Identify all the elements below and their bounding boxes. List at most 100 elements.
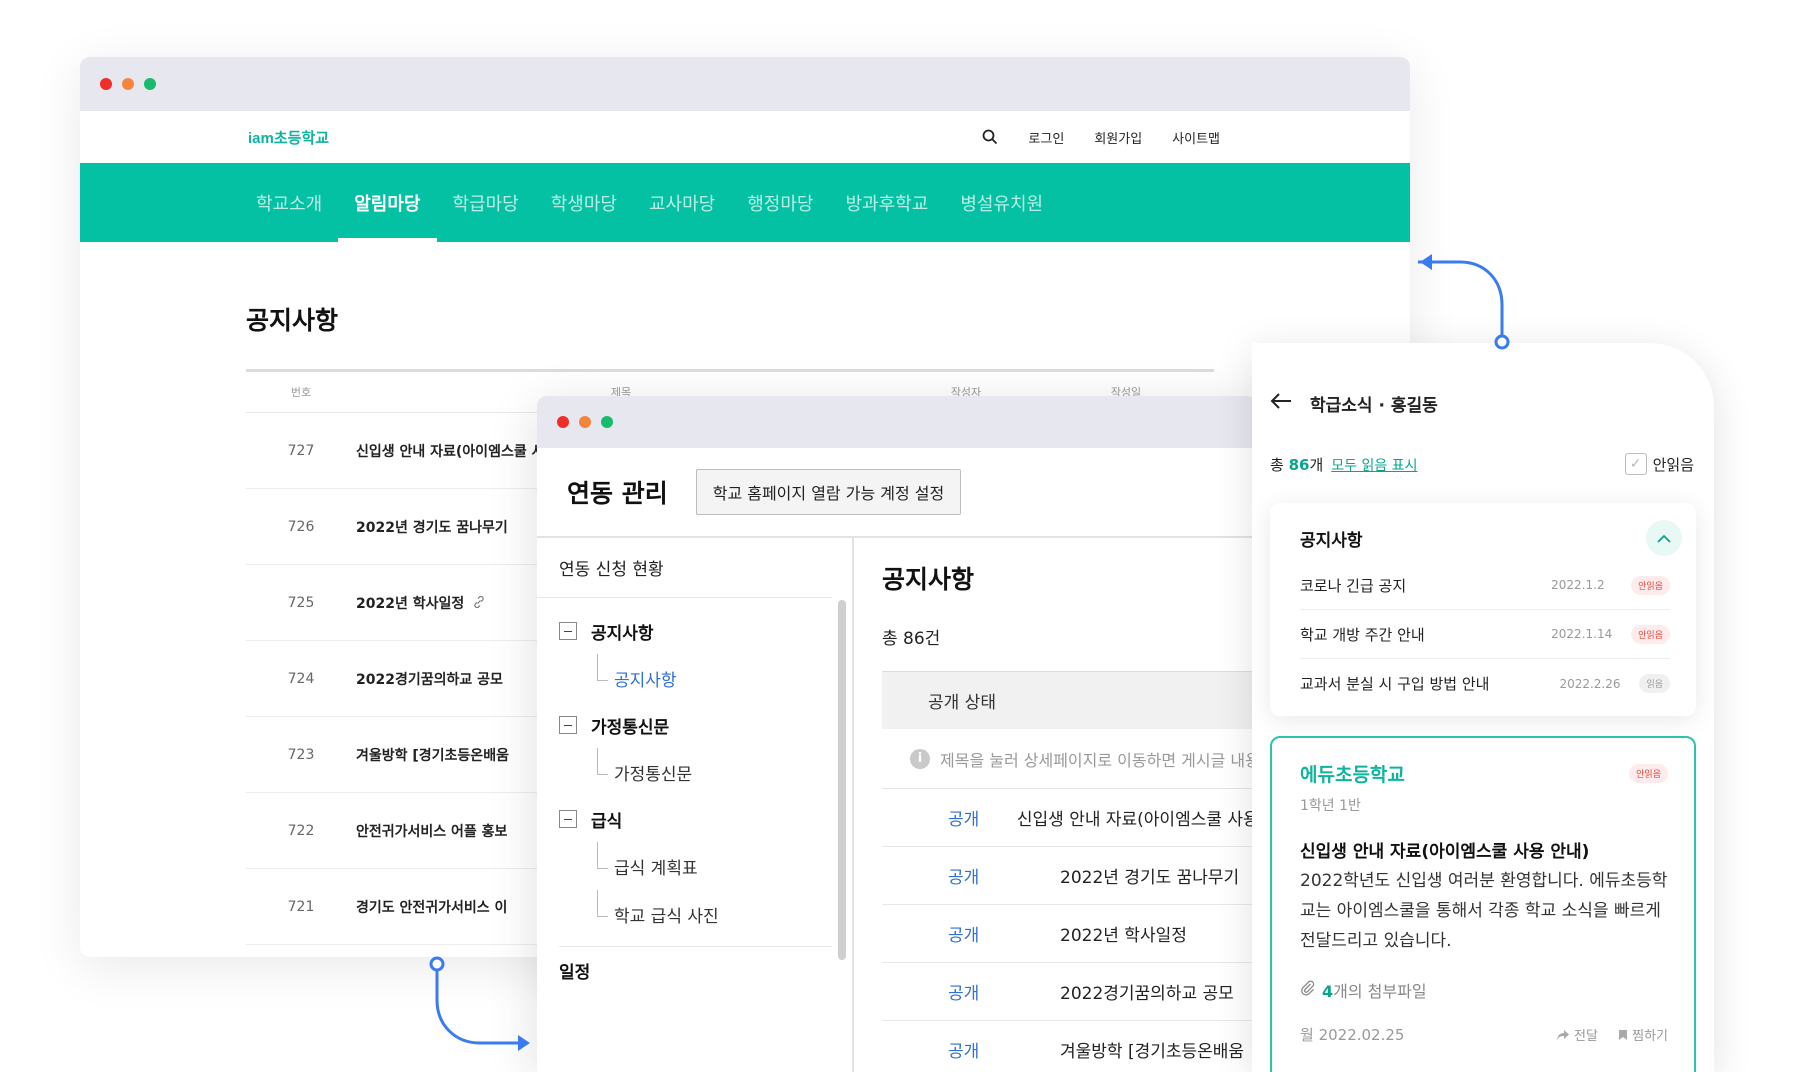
paperclip-icon: [1300, 980, 1316, 1000]
notice-title: 코로나 긴급 공지: [1300, 576, 1407, 595]
bookmark-icon: [1618, 1030, 1627, 1040]
table-row[interactable]: 공개 겨울방학 [경기초등온배움: [882, 1021, 1257, 1072]
nav-teacher[interactable]: 교사마당: [633, 163, 731, 242]
tree-item-notice[interactable]: 공지사항: [559, 654, 852, 702]
mobile-header-title: 학급소식 · 홍길동: [1310, 396, 1438, 416]
status-badge: 읽음: [1639, 674, 1670, 693]
minimize-window-button[interactable]: [122, 78, 134, 90]
tree-item-schedule[interactable]: 일정: [559, 946, 832, 994]
row-title-link[interactable]: 신입생 안내 자료(아이엠스쿨 사용 안내): [1017, 805, 1257, 830]
status-badge[interactable]: 공개: [882, 921, 1060, 946]
maximize-window-button[interactable]: [144, 78, 156, 90]
list-item[interactable]: 교과서 분실 시 구입 방법 안내 2022.2.26 읽음: [1300, 659, 1670, 708]
nav-student[interactable]: 학생마당: [535, 163, 633, 242]
link-icon: [474, 595, 484, 608]
close-window-button[interactable]: [100, 78, 112, 90]
notice-title: 학교 개방 주간 안내: [1300, 625, 1425, 644]
row-title-text: 2022년 학사일정: [356, 595, 465, 612]
collapse-icon[interactable]: [559, 716, 577, 734]
minimize-window-button[interactable]: [579, 416, 591, 428]
nav-notice-board[interactable]: 알림마당: [338, 163, 437, 242]
maximize-window-button[interactable]: [601, 416, 613, 428]
tree-group-newsletter[interactable]: 가정통신문: [559, 702, 852, 748]
row-title-link[interactable]: 안전귀가서비스 어플 홍보: [356, 821, 507, 841]
bookmark-button[interactable]: 찜하기: [1618, 1025, 1668, 1044]
unread-filter[interactable]: ✓ 안읽음: [1624, 453, 1694, 475]
row-title-link[interactable]: 2022년 학사일정: [1060, 921, 1187, 946]
mark-all-read-link[interactable]: 모두 읽음 표시: [1331, 458, 1417, 474]
row-title-link[interactable]: 겨울방학 [경기초등온배움: [1060, 1037, 1244, 1062]
tree-item-meal-plan[interactable]: 급식 계획표: [559, 842, 852, 890]
login-link[interactable]: 로그인: [1028, 128, 1064, 147]
post-school-name: 에듀초등학교: [1300, 764, 1405, 786]
board-tree: 공지사항 공지사항 가정통신문 가정통신문 급식 급식 계획표 학교 급식 사진…: [537, 598, 852, 994]
status-badge[interactable]: 공개: [882, 863, 1060, 888]
attachment-suffix: 개의 첨부파일: [1333, 982, 1427, 1001]
signup-link[interactable]: 회원가입: [1094, 128, 1142, 147]
check-icon[interactable]: ✓: [1624, 453, 1647, 475]
table-row[interactable]: 공개 2022년 학사일정: [882, 905, 1257, 963]
collapse-icon[interactable]: [559, 810, 577, 828]
sidebar-heading[interactable]: 연동 신청 현황: [537, 538, 832, 598]
search-icon[interactable]: [982, 129, 998, 145]
notice-date: 2022.1.2: [1551, 578, 1605, 592]
tree-group-label: 급식: [591, 811, 623, 832]
nav-class[interactable]: 학급마당: [437, 163, 535, 242]
row-number: 724: [287, 670, 315, 687]
collapse-icon[interactable]: [559, 622, 577, 640]
link-management-header: 연동 관리 학교 홈페이지 열람 가능 계정 설정: [537, 448, 1257, 538]
tree-group-meals[interactable]: 급식: [559, 796, 852, 842]
status-badge[interactable]: 공개: [882, 979, 1060, 1004]
list-item[interactable]: 학교 개방 주간 안내 2022.1.14 안읽음: [1300, 610, 1670, 659]
board-content: 공지사항 총 86건 공개 상태 i 제목을 눌러 상세페이지로 이동하면 게시…: [854, 538, 1257, 1072]
attachment-count: 4: [1322, 982, 1334, 1001]
table-row[interactable]: 공개 2022경기꿈의하교 공모: [882, 963, 1257, 1021]
chevron-up-icon[interactable]: [1646, 520, 1682, 556]
bookmark-label: 찜하기: [1632, 1029, 1668, 1044]
sitemap-link[interactable]: 사이트맵: [1172, 128, 1220, 147]
nav-school-intro[interactable]: 학교소개: [240, 163, 338, 242]
post-class: 1학년 1반: [1300, 798, 1361, 814]
arrow-head-icon: [1420, 254, 1432, 270]
row-title-link[interactable]: 2022경기꿈의하교 공모: [1060, 979, 1234, 1004]
post-attachments[interactable]: 4개의 첨부파일: [1300, 978, 1668, 1002]
row-title-link[interactable]: 2022년 경기도 꿈나무기: [1060, 863, 1239, 888]
status-badge: 안읽음: [1631, 624, 1670, 644]
table-row[interactable]: 공개 신입생 안내 자료(아이엠스쿨 사용 안내): [882, 789, 1257, 847]
sidebar-scrollbar[interactable]: [838, 600, 846, 960]
post-card-top: 에듀초등학교 안읽음: [1300, 760, 1668, 787]
nav-afterschool[interactable]: 방과후학교: [830, 163, 945, 242]
status-badge[interactable]: 공개: [882, 805, 1017, 830]
tree-group-label: 공지사항: [591, 623, 654, 644]
close-window-button[interactable]: [557, 416, 569, 428]
board-tree-sidebar: 연동 신청 현황 공지사항 공지사항 가정통신문 가정통신문 급식 급식 계획표…: [537, 538, 854, 1072]
list-item[interactable]: 코로나 긴급 공지 2022.1.2 안읽음: [1300, 561, 1670, 610]
nav-kindergarten[interactable]: 병설유치원: [944, 163, 1059, 242]
row-number: 722: [287, 822, 315, 839]
row-title-link[interactable]: 2022경기꿈의하교 공모: [356, 669, 503, 689]
connector-start-dot: [429, 956, 445, 972]
share-label: 전달: [1574, 1029, 1598, 1044]
top-links: 로그인 회원가입 사이트맵: [982, 128, 1220, 147]
row-title-link[interactable]: 2022년 학사일정: [356, 593, 486, 613]
account-settings-button[interactable]: 학교 홈페이지 열람 가능 계정 설정: [695, 469, 962, 515]
school-logo[interactable]: iam초등학교: [248, 127, 329, 148]
link-management-title: 연동 관리: [567, 479, 668, 508]
status-badge[interactable]: 공개: [882, 1037, 1060, 1062]
back-arrow-icon[interactable]: [1270, 392, 1292, 415]
tree-group-notice[interactable]: 공지사항: [559, 608, 852, 654]
row-title-link[interactable]: 겨울방학 [경기초등온배움: [356, 745, 509, 765]
row-title-link[interactable]: 2022년 경기도 꿈나무기: [356, 517, 508, 537]
row-title-link[interactable]: 경기도 안전귀가서비스 이: [356, 897, 507, 917]
post-card[interactable]: 에듀초등학교 안읽음 1학년 1반 신입생 안내 자료(아이엠스쿨 사용 안내)…: [1270, 736, 1696, 1072]
link-management-body: 연동 신청 현황 공지사항 공지사항 가정통신문 가정통신문 급식 급식 계획표…: [537, 538, 1257, 1072]
table-row[interactable]: 공개 2022년 경기도 꿈나무기: [882, 847, 1257, 905]
board-title: 공지사항: [882, 565, 975, 594]
tree-item-meal-photos[interactable]: 학교 급식 사진: [559, 890, 852, 938]
window-titlebar: [80, 57, 1410, 111]
post-title: 신입생 안내 자료(아이엠스쿨 사용 안내): [1300, 842, 1590, 862]
nav-admin[interactable]: 행정마당: [731, 163, 829, 242]
post-date: 월 2022.02.25: [1300, 1026, 1405, 1044]
tree-item-newsletter[interactable]: 가정통신문: [559, 748, 852, 796]
share-button[interactable]: 전달: [1556, 1025, 1598, 1044]
